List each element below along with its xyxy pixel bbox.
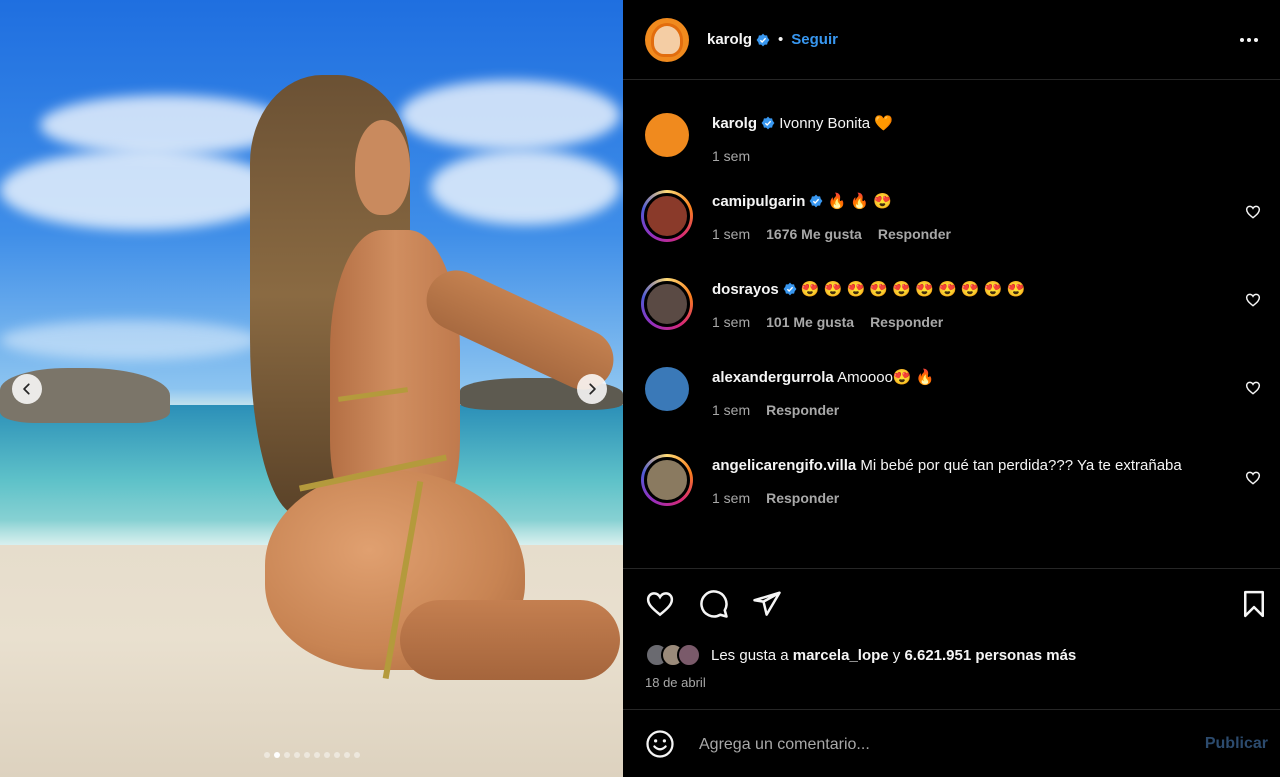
comment-meta: 1 sem Responder: [712, 486, 1232, 510]
comment-time[interactable]: 1 sem: [712, 310, 750, 334]
post-details-panel: karolg • Seguir karolg Ivonny Bonita 🧡 1 …: [623, 0, 1280, 777]
comment-like-heart-icon[interactable]: [1245, 204, 1261, 220]
emoji-picker-icon[interactable]: [645, 729, 675, 759]
verified-badge-icon: [761, 116, 775, 130]
author-avatar[interactable]: [645, 17, 689, 62]
comment-meta: 1 sem 101 Me gusta Responder: [712, 310, 1232, 334]
post-actions: Les gusta a marcela_lope y 6.621.951 per…: [623, 568, 1280, 710]
share-send-icon[interactable]: [752, 589, 782, 619]
carousel-dot: [293, 752, 300, 758]
comment-like-heart-icon[interactable]: [1245, 292, 1261, 308]
cloud: [0, 320, 260, 360]
publish-button[interactable]: Publicar: [1205, 735, 1268, 753]
follow-button[interactable]: Seguir: [791, 31, 838, 48]
carousel-dot: [263, 752, 270, 758]
commenter-avatar: [644, 193, 690, 239]
chevron-right-icon: [589, 383, 596, 395]
comment-text: 😍 😍 😍 😍 😍 😍 😍 😍 😍 😍: [800, 281, 1026, 298]
author-username[interactable]: karolg: [707, 31, 752, 48]
comment-text: Amoooo😍 🔥: [837, 369, 935, 386]
likes-user[interactable]: marcela_lope: [793, 647, 889, 664]
comment-username[interactable]: karolg: [712, 115, 757, 132]
commenter-avatar-story-ring[interactable]: [641, 190, 693, 242]
like-heart-icon[interactable]: [645, 589, 675, 619]
comment-meta: 1 sem Responder: [712, 398, 1232, 422]
comment-time[interactable]: 1 sem: [712, 222, 750, 246]
likes-summary[interactable]: Les gusta a marcela_lope y 6.621.951 per…: [645, 643, 1076, 667]
reply-button[interactable]: Responder: [878, 222, 951, 246]
post-photo[interactable]: [0, 0, 623, 777]
carousel-dot: [333, 752, 340, 758]
commenter-avatar-story-ring[interactable]: [641, 454, 693, 506]
comment-time[interactable]: 1 sem: [712, 398, 750, 422]
liker-avatar: [677, 643, 701, 667]
carousel-dot: [283, 752, 290, 758]
comment-bubble-icon[interactable]: [699, 589, 729, 619]
cloud: [400, 80, 620, 150]
reply-button[interactable]: Responder: [766, 398, 839, 422]
comment-time[interactable]: 1 sem: [712, 486, 750, 510]
carousel-dot: [303, 752, 310, 758]
comment-body: angelicarengifo.villa Mi bebé por qué ta…: [712, 454, 1232, 510]
comment-body: karolg Ivonny Bonita 🧡 1 sem: [712, 112, 1232, 168]
previous-slide-button[interactable]: [12, 374, 42, 404]
verified-badge-icon: [809, 194, 823, 208]
comment-meta: 1 sem 1676 Me gusta Responder: [712, 222, 1232, 246]
comment-meta: 1 sem: [712, 144, 1232, 168]
reply-button[interactable]: Responder: [870, 310, 943, 334]
commenter-avatar-story-ring[interactable]: [641, 278, 693, 330]
commenter-avatar: [644, 281, 690, 327]
comment-input[interactable]: [699, 732, 1179, 758]
comment-likes-count[interactable]: 101 Me gusta: [766, 310, 854, 334]
cloud: [430, 150, 620, 225]
comment-text: Ivonny Bonita 🧡: [779, 115, 893, 132]
comment-body: camipulgarin 🔥 🔥 😍 1 sem 1676 Me gusta Resp…: [712, 190, 1232, 246]
comment-text: Mi bebé por qué tan perdida??? Ya te ext…: [860, 457, 1182, 474]
carousel-dot: [343, 752, 350, 758]
commenter-avatar[interactable]: [645, 367, 689, 411]
likes-prefix: Les gusta a: [711, 646, 789, 664]
more-options-icon[interactable]: [1236, 28, 1262, 52]
save-bookmark-icon[interactable]: [1239, 589, 1269, 619]
comment-body: alexandergurrola Amoooo😍 🔥 1 sem Responder: [712, 366, 1232, 422]
header-separator: •: [778, 31, 784, 48]
carousel-indicator: [0, 752, 623, 758]
post-header: karolg • Seguir: [623, 0, 1280, 80]
chevron-left-icon: [23, 383, 30, 395]
person-face: [355, 120, 410, 215]
comment-username[interactable]: camipulgarin: [712, 193, 805, 210]
comment-likes-count[interactable]: 1676 Me gusta: [766, 222, 862, 246]
verified-badge-icon: [756, 33, 770, 46]
next-slide-button[interactable]: [577, 374, 607, 404]
add-comment-bar: Publicar: [623, 710, 1280, 777]
comments-list[interactable]: karolg Ivonny Bonita 🧡 1 sem camipulgarin …: [623, 80, 1280, 568]
comment-text: 🔥 🔥 😍: [827, 193, 892, 210]
carousel-dot: [353, 752, 360, 758]
comment-username[interactable]: dosrayos: [712, 281, 779, 298]
likes-text[interactable]: Les gusta a marcela_lope y 6.621.951 per…: [711, 647, 1076, 664]
likes-count[interactable]: 6.621.951 personas más: [904, 647, 1076, 664]
comment-body: dosrayos 😍 😍 😍 😍 😍 😍 😍 😍 😍 😍 1 sem 101 Me …: [712, 278, 1232, 334]
carousel-dot: [313, 752, 320, 758]
commenter-avatar[interactable]: [645, 113, 689, 157]
comment-username[interactable]: alexandergurrola: [712, 369, 834, 386]
comment-username[interactable]: angelicarengifo.villa: [712, 457, 856, 474]
carousel-dot: [273, 752, 280, 758]
person-leg: [400, 600, 620, 680]
comment-time[interactable]: 1 sem: [712, 144, 750, 168]
post-date[interactable]: 18 de abril: [645, 675, 706, 690]
comment-like-heart-icon[interactable]: [1245, 380, 1261, 396]
likes-connector: y: [892, 646, 901, 664]
cloud: [0, 150, 280, 230]
verified-badge-icon: [783, 282, 797, 296]
comment-like-heart-icon[interactable]: [1245, 470, 1261, 486]
commenter-avatar: [644, 457, 690, 503]
carousel-dot: [323, 752, 330, 758]
reply-button[interactable]: Responder: [766, 486, 839, 510]
